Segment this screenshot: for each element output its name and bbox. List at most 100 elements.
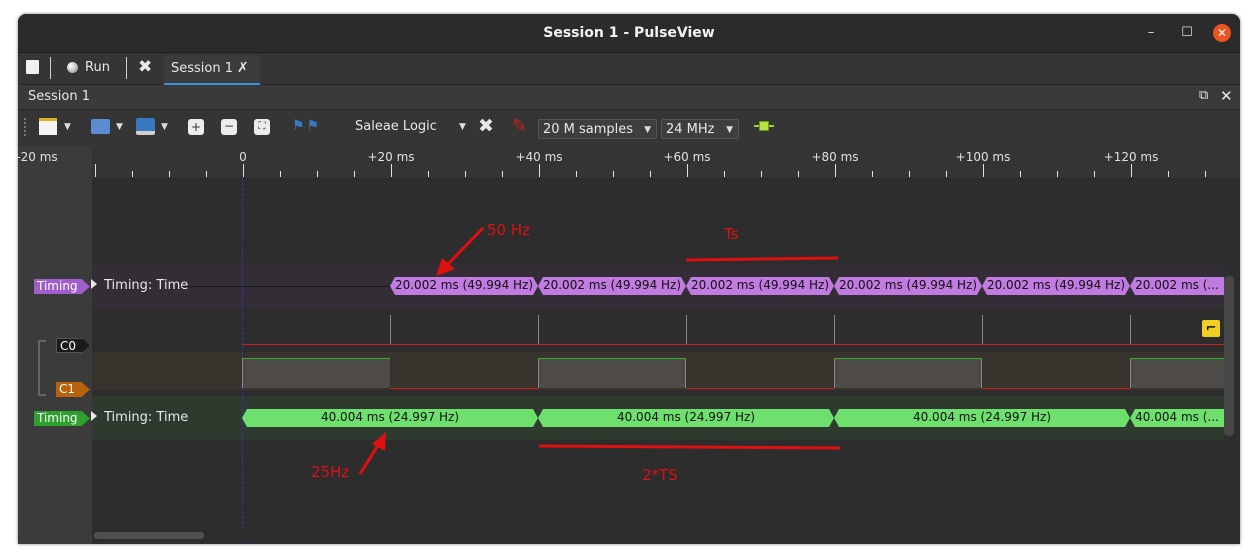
chevron-down-icon: ▼ [644, 125, 651, 135]
zoom-in-icon[interactable]: + [188, 119, 204, 135]
timing2-annotation[interactable]: 40.004 ms (24.997 Hz) [538, 409, 834, 427]
timing2-annotation[interactable]: 40.004 ms (24.997 Hz) [242, 409, 538, 427]
timing1-annotation[interactable]: 20.002 ms (... [1130, 277, 1224, 295]
settings-tools-icon[interactable]: ✖ [138, 57, 152, 77]
minor-tick [1094, 171, 1095, 177]
timing2-row-label: Timing: Time [104, 410, 189, 425]
timing1-annotation[interactable]: 20.002 ms (49.994 Hz) [686, 277, 834, 295]
timing2-annotation[interactable]: 40.004 ms (... [1130, 409, 1224, 427]
tick-label: +100 ms [955, 150, 1011, 164]
timing1-annotation[interactable]: 20.002 ms (49.994 Hz) [982, 277, 1130, 295]
new-view-icon[interactable] [39, 118, 57, 135]
zoom-fit-icon[interactable]: ⛶ [254, 119, 270, 135]
c0-edge [982, 315, 983, 344]
timing1-annotation[interactable]: 20.002 ms (49.994 Hz) [834, 277, 982, 295]
tab-session-1[interactable]: Session 1 ✗ [164, 55, 260, 85]
minor-tick [724, 171, 725, 177]
device-selector[interactable]: Saleae Logic [355, 119, 437, 134]
minor-tick [1205, 171, 1206, 177]
minor-tick [317, 171, 318, 177]
minor-tick [798, 171, 799, 177]
major-tick [243, 164, 244, 177]
c1-low-segment [686, 388, 834, 389]
samplerate-select[interactable]: 24 MHz ▼ [661, 119, 739, 139]
c1-high-segment [242, 358, 390, 388]
timing2-annotation[interactable]: 40.004 ms (24.997 Hz) [834, 409, 1130, 427]
time-ruler[interactable]: -20 ms 0 +20 ms +40 ms +60 ms +80 ms +10… [18, 146, 1240, 178]
configure-device-icon[interactable]: ✖ [478, 115, 494, 137]
minimize-button[interactable]: – [1142, 24, 1160, 42]
save-file-icon[interactable] [136, 118, 155, 135]
timing1-annotation[interactable]: 20.002 ms (49.994 Hz) [390, 277, 538, 295]
timing1-idle-line [182, 286, 392, 287]
vertical-scrollbar[interactable] [1224, 276, 1234, 436]
major-tick [1131, 164, 1132, 177]
minor-tick [1168, 171, 1169, 177]
minor-tick [650, 171, 651, 177]
sample-count-select[interactable]: 20 M samples ▼ [538, 119, 657, 139]
major-tick [983, 164, 984, 177]
zoom-out-icon[interactable]: − [221, 119, 237, 135]
chevron-down-icon[interactable]: ▼ [116, 122, 123, 132]
close-window-button[interactable]: ✕ [1213, 24, 1231, 42]
minor-tick [613, 171, 614, 177]
tick-label: -20 ms [18, 150, 58, 164]
float-dock-icon[interactable]: ⧉ [1199, 88, 1208, 103]
timing1-channel-tag[interactable]: Timing [34, 279, 90, 294]
chevron-down-icon[interactable]: ▼ [459, 122, 466, 132]
tick-label: +40 ms [515, 150, 563, 164]
tick-label: +20 ms [367, 150, 415, 164]
minor-tick [761, 171, 762, 177]
minor-tick [576, 171, 577, 177]
minor-tick [132, 171, 133, 177]
separator [126, 57, 127, 79]
new-session-icon[interactable] [26, 60, 39, 74]
minor-tick [1020, 171, 1021, 177]
expand-arrow-icon[interactable] [91, 411, 97, 421]
sample-count-value: 20 M samples [543, 122, 634, 137]
expand-arrow-icon[interactable] [91, 279, 97, 289]
horizontal-scrollbar[interactable] [92, 530, 1240, 542]
minor-tick [946, 171, 947, 177]
cursors-icon[interactable]: ⚑⚑ [292, 118, 321, 134]
dock-header: Session 1 ⧉ ✕ [18, 85, 1240, 110]
probe-config-icon[interactable]: ✎ [512, 116, 527, 137]
window-title: Session 1 - PulseView [543, 25, 715, 41]
timing1-annotation[interactable]: 20.002 ms (49.994 Hz) [538, 277, 686, 295]
timing1-row-label: Timing: Time [104, 278, 189, 293]
c1-low-segment [390, 388, 538, 389]
samplerate-value: 24 MHz [666, 122, 715, 137]
title-bar: Session 1 - PulseView – ☐ ✕ [18, 14, 1240, 53]
run-button[interactable]: Run [85, 60, 110, 75]
tick-label: +60 ms [663, 150, 711, 164]
c0-signal-trace [242, 344, 1224, 345]
horizontal-scrollbar-thumb[interactable] [94, 532, 204, 539]
close-tab-icon[interactable]: ✗ [237, 60, 249, 76]
annotation-50hz: 50 Hz [487, 221, 531, 239]
c1-high-segment [1130, 358, 1224, 388]
maximize-button[interactable]: ☐ [1178, 24, 1196, 42]
c0-edge [686, 315, 687, 344]
separator [50, 57, 51, 79]
run-icon[interactable] [67, 62, 78, 73]
c0-edge [1130, 315, 1131, 344]
timing2-channel-tag[interactable]: Timing [34, 411, 90, 426]
chevron-down-icon[interactable]: ▼ [64, 122, 71, 132]
minor-tick [354, 171, 355, 177]
c1-high-segment [834, 358, 982, 388]
chevron-down-icon[interactable]: ▼ [161, 122, 168, 132]
pulseview-window: Session 1 - PulseView – ☐ ✕ Run ✖ Sessio… [18, 14, 1240, 544]
minor-tick [465, 171, 466, 177]
close-dock-icon[interactable]: ✕ [1220, 87, 1233, 105]
c1-low-segment [982, 388, 1130, 389]
channel-group-bracket [38, 340, 46, 396]
open-file-icon[interactable] [91, 119, 110, 134]
c0-edge [538, 315, 539, 344]
session-tab-label: Session 1 [171, 61, 234, 76]
decoder-icon[interactable] [754, 120, 774, 132]
major-tick [95, 164, 96, 177]
trigger-rising-edge-icon[interactable]: ⌐ [1202, 320, 1220, 337]
dock-title: Session 1 [28, 89, 91, 104]
tick-label: +80 ms [811, 150, 859, 164]
minor-tick [428, 171, 429, 177]
